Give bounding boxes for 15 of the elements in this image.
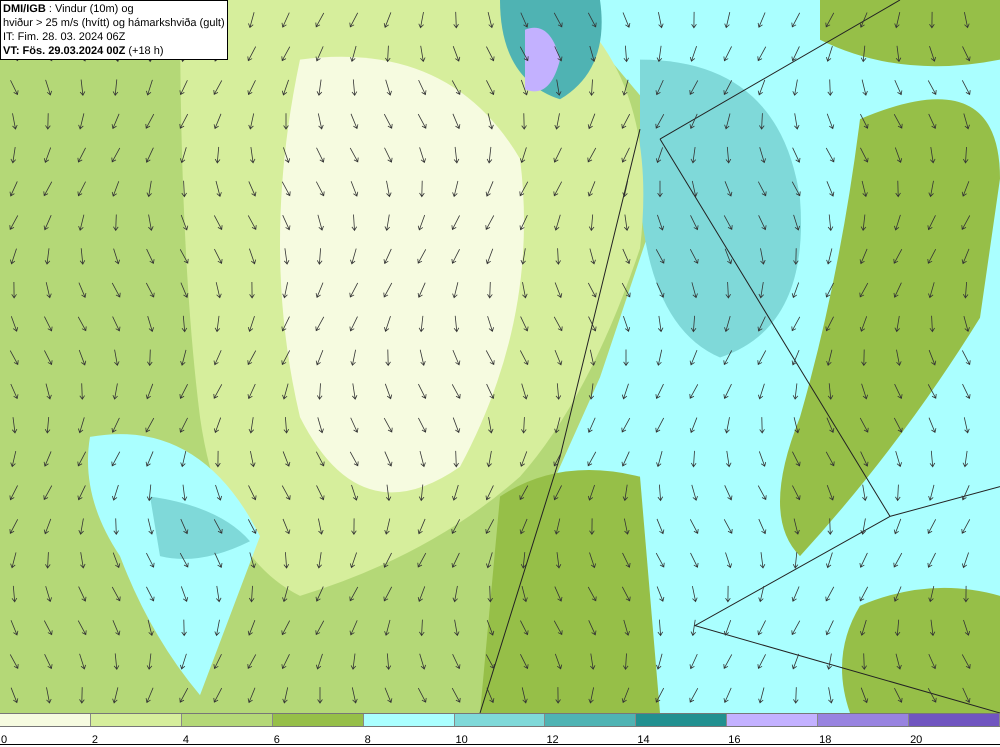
legend-label: 10: [454, 733, 468, 747]
header-line: IT: Fim. 28. 03. 2024 06Z: [3, 30, 126, 44]
legend-label: 20: [909, 733, 922, 747]
legend-label: 18: [818, 733, 832, 747]
legend-label: 4: [182, 733, 189, 747]
legend-label: 12: [545, 733, 559, 747]
header-line: hviður > 25 m/s (hvítt) og hámarkshviða (gult): [3, 16, 225, 30]
header-line: VT: Fös. 29.03.2024 00Z (+18 h): [3, 44, 165, 58]
legend-label: 0: [0, 733, 8, 747]
legend-label: 14: [636, 733, 650, 747]
legend-label: 16: [727, 733, 740, 747]
legend-label: 2: [90, 733, 98, 747]
header-line: DMI/IGB : Vindur (10m) og: [3, 2, 135, 16]
legend-label: 6: [272, 733, 280, 747]
legend-label: 8: [364, 733, 371, 747]
